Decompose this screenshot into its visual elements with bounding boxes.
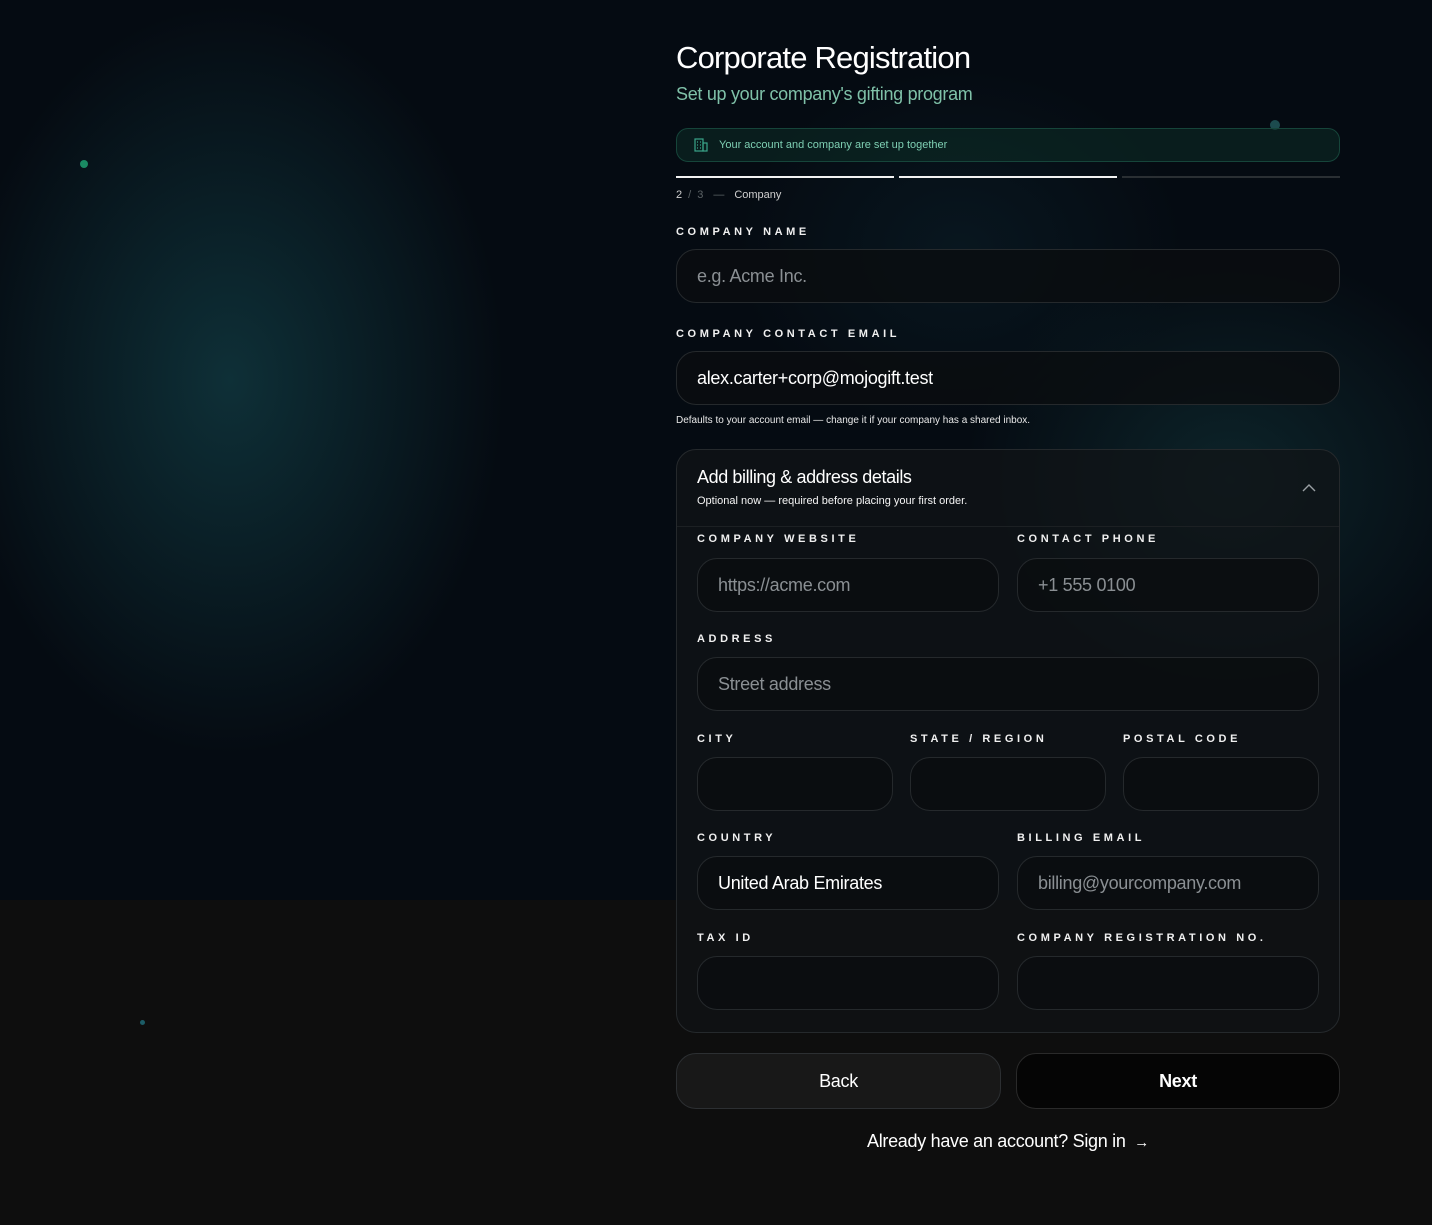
address-placeholder: Street address xyxy=(718,673,831,694)
postal-code-label: Postal Code xyxy=(1123,733,1242,745)
company-website-placeholder: https://acme.com xyxy=(718,574,851,595)
step-name: Company xyxy=(734,189,782,201)
step-total: 3 xyxy=(697,189,704,201)
progress-segment-pending xyxy=(1122,176,1340,178)
contact-phone-placeholder: +1 555 0100 xyxy=(1038,574,1136,595)
company-website-input[interactable]: https://acme.com xyxy=(697,558,999,612)
signin-link[interactable]: Already have an account? Sign in → xyxy=(676,1131,1340,1152)
progress-segment-complete xyxy=(676,176,894,178)
company-email-help: Defaults to your account email — change … xyxy=(676,415,1031,426)
step-progress-bar xyxy=(676,176,1340,179)
arrow-right-icon: → xyxy=(1134,1134,1149,1151)
company-name-placeholder: e.g. Acme Inc. xyxy=(697,265,807,286)
billing-section: Add billing & address details Optional n… xyxy=(676,449,1340,1033)
tax-id-label: Tax ID xyxy=(697,932,754,944)
country-value: United Arab Emirates xyxy=(718,872,883,893)
country-select[interactable]: United Arab Emirates xyxy=(697,856,999,910)
info-banner: Your account and company are set up toge… xyxy=(676,128,1340,162)
billing-section-subtitle: Optional now — required before placing y… xyxy=(697,495,968,507)
contact-phone-input[interactable]: +1 555 0100 xyxy=(1017,558,1319,612)
state-label: State / Region xyxy=(910,733,1048,745)
progress-segment-complete xyxy=(899,176,1117,178)
state-input[interactable] xyxy=(910,757,1106,811)
signin-link-text: Already have an account? Sign in xyxy=(867,1131,1126,1151)
step-separator: / xyxy=(688,189,692,201)
decorative-dot xyxy=(80,160,88,168)
address-input[interactable]: Street address xyxy=(697,657,1319,711)
postal-code-input[interactable] xyxy=(1123,757,1319,811)
address-label: Address xyxy=(697,633,776,645)
billing-email-input[interactable]: billing@yourcompany.com xyxy=(1017,856,1319,910)
next-button[interactable]: Next xyxy=(1016,1053,1340,1109)
billing-section-title: Add billing & address details xyxy=(697,467,912,487)
company-website-label: Company Website xyxy=(697,533,860,545)
city-input[interactable] xyxy=(697,757,893,811)
city-label: City xyxy=(697,733,737,745)
decorative-dot xyxy=(140,1020,145,1025)
registration-no-input[interactable] xyxy=(1017,956,1319,1010)
company-email-value: alex.carter+corp@mojogift.test xyxy=(697,367,933,388)
step-dash: — xyxy=(713,189,725,201)
billing-section-header[interactable]: Add billing & address details Optional n… xyxy=(677,450,1339,527)
country-label: Country xyxy=(697,832,777,844)
chevron-up-icon[interactable] xyxy=(1301,480,1317,496)
page-subtitle: Set up your company's gifting program xyxy=(676,84,973,104)
building-icon xyxy=(694,138,708,152)
billing-email-placeholder: billing@yourcompany.com xyxy=(1038,872,1242,893)
company-name-input[interactable]: e.g. Acme Inc. xyxy=(676,249,1340,303)
company-name-label: Company Name xyxy=(676,226,810,238)
contact-phone-label: Contact Phone xyxy=(1017,533,1159,545)
banner-text: Your account and company are set up toge… xyxy=(719,139,948,151)
step-current: 2 xyxy=(676,189,683,201)
back-button[interactable]: Back xyxy=(676,1053,1001,1109)
step-indicator: 2 / 3 — Company xyxy=(676,189,781,201)
page-title: Corporate Registration xyxy=(676,40,971,75)
tax-id-input[interactable] xyxy=(697,956,999,1010)
company-email-label: Company Contact Email xyxy=(676,328,901,340)
billing-email-label: Billing Email xyxy=(1017,832,1146,844)
company-email-input[interactable]: alex.carter+corp@mojogift.test xyxy=(676,351,1340,405)
registration-no-label: Company Registration No. xyxy=(1017,932,1267,944)
